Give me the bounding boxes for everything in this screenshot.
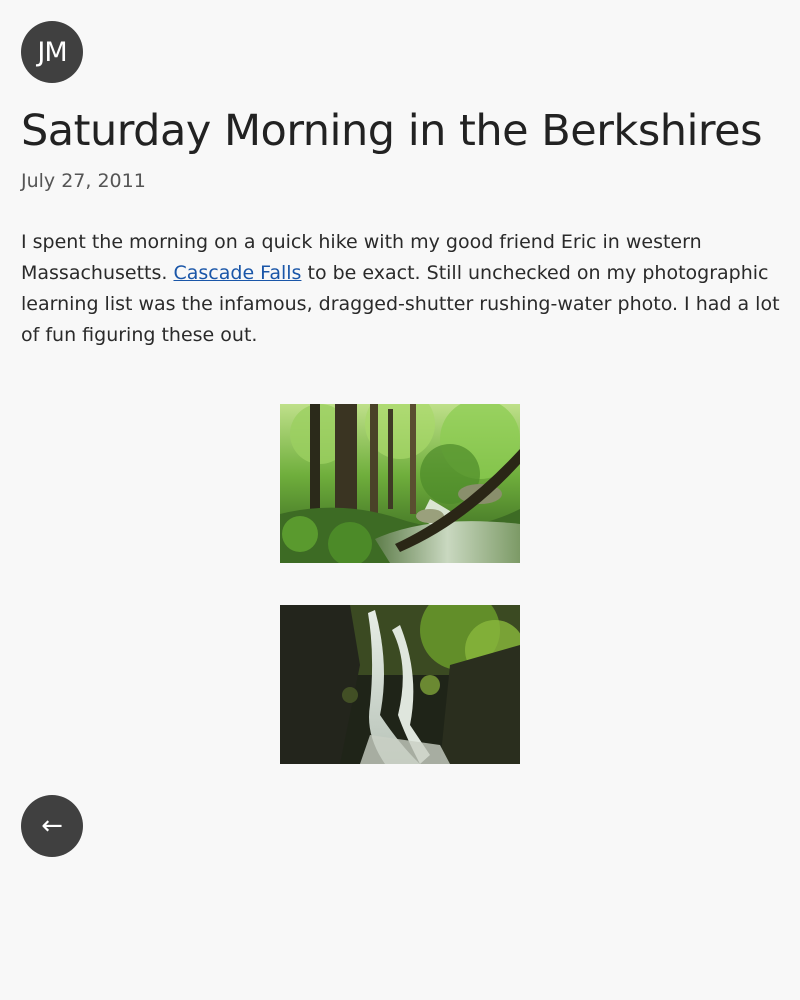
photo-gallery xyxy=(21,404,779,764)
back-button[interactable]: ← xyxy=(21,795,83,857)
waterfall-photo[interactable] xyxy=(280,605,520,764)
avatar-home-link[interactable]: JM xyxy=(21,21,83,83)
avatar-initials: JM xyxy=(37,36,67,68)
forest-stream-photo[interactable] xyxy=(280,404,520,563)
cascade-falls-link[interactable]: Cascade Falls xyxy=(173,262,301,284)
page: JM Saturday Morning in the Berkshires Ju… xyxy=(21,21,781,764)
post-title: Saturday Morning in the Berkshires xyxy=(21,106,763,156)
post-body: I spent the morning on a quick hike with… xyxy=(21,227,781,351)
post-date: July 27, 2011 xyxy=(21,170,146,192)
arrow-left-icon: ← xyxy=(41,811,63,841)
